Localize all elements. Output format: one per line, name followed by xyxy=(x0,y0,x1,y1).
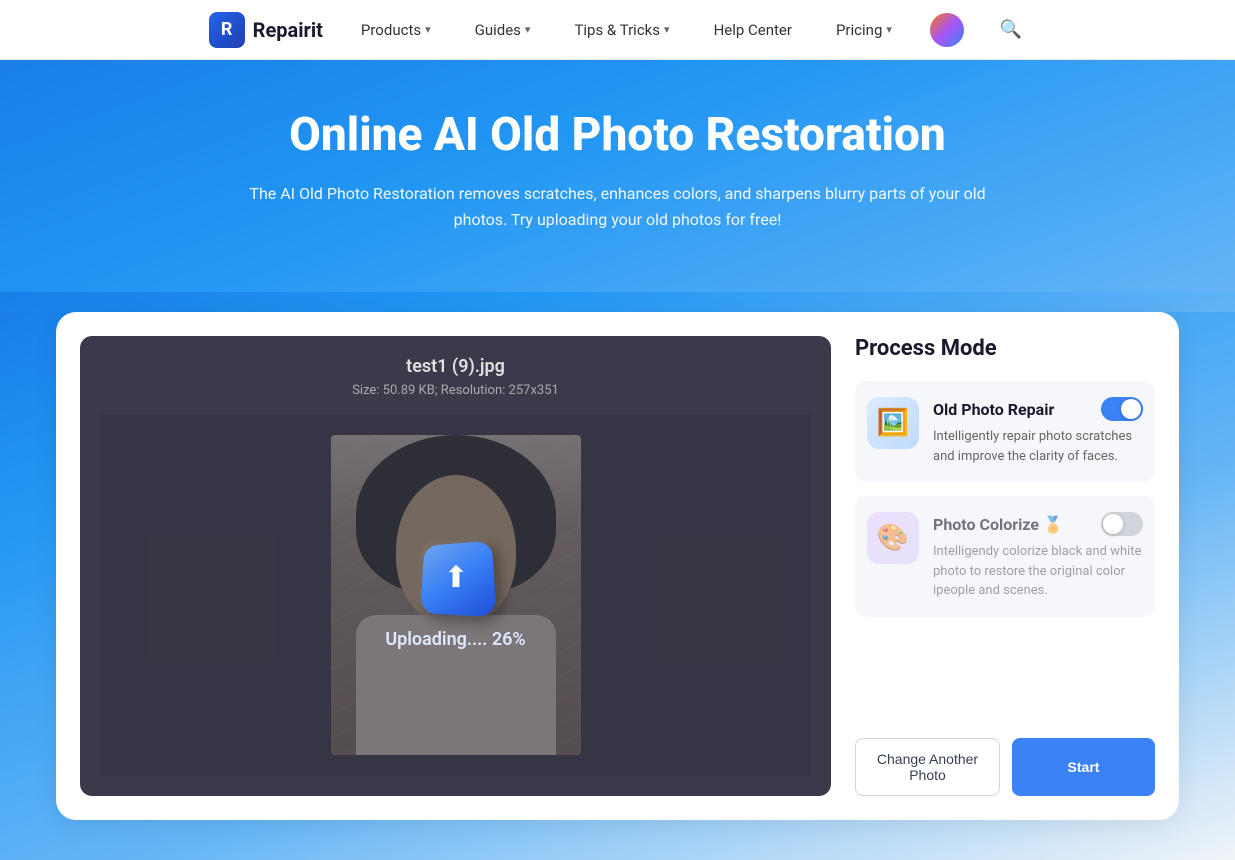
hero-section: Online AI Old Photo Restoration The AI O… xyxy=(0,60,1235,292)
logo[interactable]: R Repairit xyxy=(209,12,323,48)
photo-filename: test1 (9).jpg xyxy=(406,356,505,377)
mode-colorize-name: Photo Colorize 🏅 xyxy=(933,515,1063,534)
mode-colorize-header: Photo Colorize 🏅 xyxy=(933,512,1143,536)
upload-icon: ⬆ xyxy=(420,541,496,617)
photo-meta: Size: 50.89 KB; Resolution: 257x351 xyxy=(352,383,559,398)
mode-repair-header: Old Photo Repair xyxy=(933,397,1143,421)
search-icon[interactable]: 🔍 xyxy=(996,15,1026,44)
hero-subtitle: The AI Old Photo Restoration removes scr… xyxy=(228,181,1008,232)
panel-bottom-buttons: Change Another Photo Start xyxy=(855,718,1155,796)
upload-overlay: ⬆ Uploading.... 26% xyxy=(100,414,811,776)
chevron-down-icon: ▾ xyxy=(425,23,431,36)
user-avatar[interactable] xyxy=(930,13,964,47)
repair-icon: 🖼️ xyxy=(867,397,919,449)
start-button[interactable]: Start xyxy=(1012,738,1155,796)
chevron-down-icon: ▾ xyxy=(525,23,531,36)
photo-colorize-toggle[interactable] xyxy=(1101,512,1143,536)
chevron-down-icon: ▾ xyxy=(664,23,670,36)
change-another-photo-button[interactable]: Change Another Photo xyxy=(855,738,1000,796)
process-panel: Process Mode 🖼️ Old Photo Repair Intelli… xyxy=(855,336,1155,796)
colorize-icon: 🎨 xyxy=(867,512,919,564)
navbar: R Repairit Products ▾ Guides ▾ Tips & Tr… xyxy=(0,0,1235,60)
hero-title: Online AI Old Photo Restoration xyxy=(20,108,1215,163)
logo-icon: R xyxy=(209,12,245,48)
nav-label-tips: Tips & Tricks xyxy=(574,21,660,39)
mode-colorize-description: Intelligendy colorize black and white ph… xyxy=(933,542,1143,601)
upload-status: Uploading.... 26% xyxy=(385,629,525,650)
nav-label-help: Help Center xyxy=(714,21,792,39)
nav-item-guides[interactable]: Guides ▾ xyxy=(469,17,537,43)
photo-preview-container: ⬆ Uploading.... 26% xyxy=(100,414,811,776)
toggle-knob xyxy=(1103,514,1123,534)
nav-label-guides: Guides xyxy=(475,21,521,39)
mode-repair-content: Old Photo Repair Intelligently repair ph… xyxy=(933,397,1143,466)
mode-item-colorize: 🎨 Photo Colorize 🏅 Intelligendy colorize… xyxy=(855,496,1155,617)
mode-repair-name: Old Photo Repair xyxy=(933,400,1054,419)
nav-label-pricing: Pricing xyxy=(836,21,882,39)
process-mode-title: Process Mode xyxy=(855,336,1155,361)
chevron-down-icon: ▾ xyxy=(886,23,892,36)
toggle-knob xyxy=(1121,399,1141,419)
nav-label-products: Products xyxy=(361,21,421,39)
nav-item-pricing[interactable]: Pricing ▾ xyxy=(830,17,898,43)
premium-badge: 🏅 xyxy=(1043,515,1063,534)
photo-upload-area[interactable]: test1 (9).jpg Size: 50.89 KB; Resolution… xyxy=(80,336,831,796)
nav-item-help[interactable]: Help Center xyxy=(708,17,798,43)
mode-repair-description: Intelligently repair photo scratches and… xyxy=(933,427,1143,466)
nav-item-tips[interactable]: Tips & Tricks ▾ xyxy=(568,17,675,43)
mode-item-repair: 🖼️ Old Photo Repair Intelligently repair… xyxy=(855,381,1155,482)
nav-item-products[interactable]: Products ▾ xyxy=(355,17,437,43)
mode-colorize-content: Photo Colorize 🏅 Intelligendy colorize b… xyxy=(933,512,1143,601)
old-photo-repair-toggle[interactable] xyxy=(1101,397,1143,421)
logo-text: Repairit xyxy=(253,18,323,42)
main-card: test1 (9).jpg Size: 50.89 KB; Resolution… xyxy=(56,312,1179,820)
